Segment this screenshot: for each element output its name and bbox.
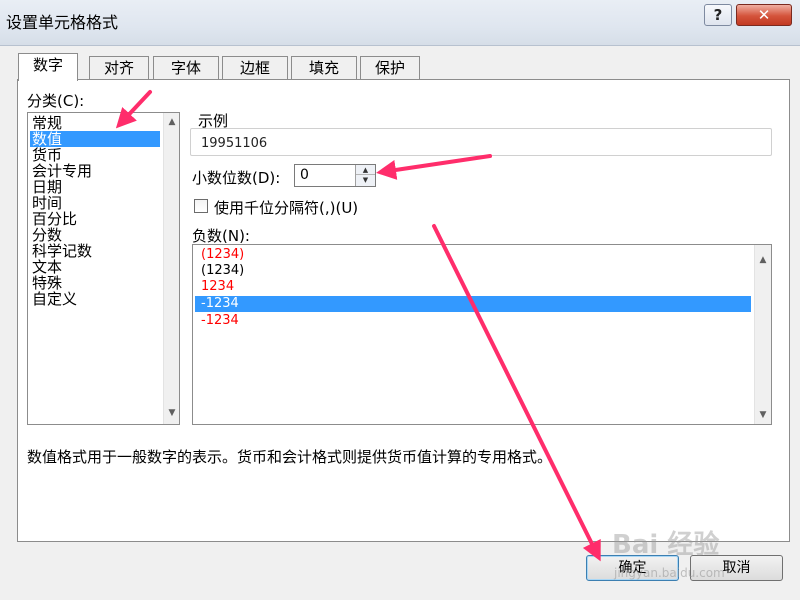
- sample-box: [190, 128, 772, 156]
- negative-item-selected[interactable]: -1234: [195, 296, 751, 312]
- tab-protection[interactable]: 保护: [360, 56, 420, 80]
- negative-item[interactable]: -1234: [195, 313, 751, 329]
- thousands-separator-label[interactable]: 使用千位分隔符(,)(U): [214, 197, 358, 218]
- baidu-watermark: Bai 经验: [612, 530, 720, 560]
- category-item-fraction[interactable]: 分数: [30, 227, 160, 243]
- tab-fill[interactable]: 填充: [291, 56, 357, 80]
- thousands-separator-checkbox[interactable]: [194, 199, 208, 213]
- spin-up-icon[interactable]: ▲: [356, 165, 375, 175]
- category-item-special[interactable]: 特殊: [30, 275, 160, 291]
- tab-border[interactable]: 边框: [222, 56, 288, 80]
- category-item-time[interactable]: 时间: [30, 195, 160, 211]
- negative-item[interactable]: (1234): [195, 247, 751, 263]
- watermark-url: jingyan.baidu.com: [614, 566, 725, 580]
- help-button[interactable]: ?: [704, 4, 732, 26]
- sample-value: 19951106: [201, 136, 268, 151]
- category-item-date[interactable]: 日期: [30, 179, 160, 195]
- scroll-up-icon[interactable]: ▲: [755, 253, 771, 267]
- category-item-general[interactable]: 常规: [30, 115, 160, 131]
- tab-number[interactable]: 数字: [18, 53, 78, 81]
- title-bar: 设置单元格格式 ? ✕: [0, 0, 800, 46]
- negative-item[interactable]: 1234: [195, 279, 751, 295]
- category-item-custom[interactable]: 自定义: [30, 291, 160, 307]
- decimal-places-spinner[interactable]: ▲ ▼: [355, 165, 375, 186]
- window-title: 设置单元格格式: [6, 13, 119, 32]
- decimal-places-label: 小数位数(D):: [192, 169, 281, 187]
- category-item-number[interactable]: 数值: [30, 131, 160, 147]
- tab-font[interactable]: 字体: [153, 56, 219, 80]
- category-item-accounting[interactable]: 会计专用: [30, 163, 160, 179]
- format-description: 数值格式用于一般数字的表示。货币和会计格式则提供货币值计算的专用格式。: [27, 448, 553, 466]
- scroll-down-icon[interactable]: ▼: [164, 406, 180, 420]
- category-list[interactable]: 常规 数值 货币 会计专用 日期 时间 百分比 分数 科学记数 文本 特殊 自定…: [27, 112, 180, 425]
- category-item-scientific[interactable]: 科学记数: [30, 243, 160, 259]
- negative-item[interactable]: (1234): [195, 263, 751, 279]
- scroll-up-icon[interactable]: ▲: [164, 115, 180, 129]
- negative-numbers-list[interactable]: (1234) (1234) 1234 -1234 -1234 ▲ ▼: [192, 244, 772, 425]
- negative-list-scrollbar[interactable]: ▲ ▼: [754, 245, 771, 424]
- tab-strip: 数字 对齐 字体 边框 填充 保护: [18, 53, 428, 81]
- scroll-down-icon[interactable]: ▼: [755, 408, 771, 422]
- category-item-text[interactable]: 文本: [30, 259, 160, 275]
- spin-down-icon[interactable]: ▼: [356, 175, 375, 185]
- category-item-currency[interactable]: 货币: [30, 147, 160, 163]
- category-item-percentage[interactable]: 百分比: [30, 211, 160, 227]
- category-scrollbar[interactable]: ▲ ▼: [163, 113, 179, 424]
- close-button[interactable]: ✕: [736, 4, 792, 26]
- negative-numbers-label: 负数(N):: [192, 227, 250, 245]
- tab-alignment[interactable]: 对齐: [89, 56, 149, 80]
- close-icon: ✕: [757, 6, 771, 24]
- category-label: 分类(C):: [27, 92, 85, 110]
